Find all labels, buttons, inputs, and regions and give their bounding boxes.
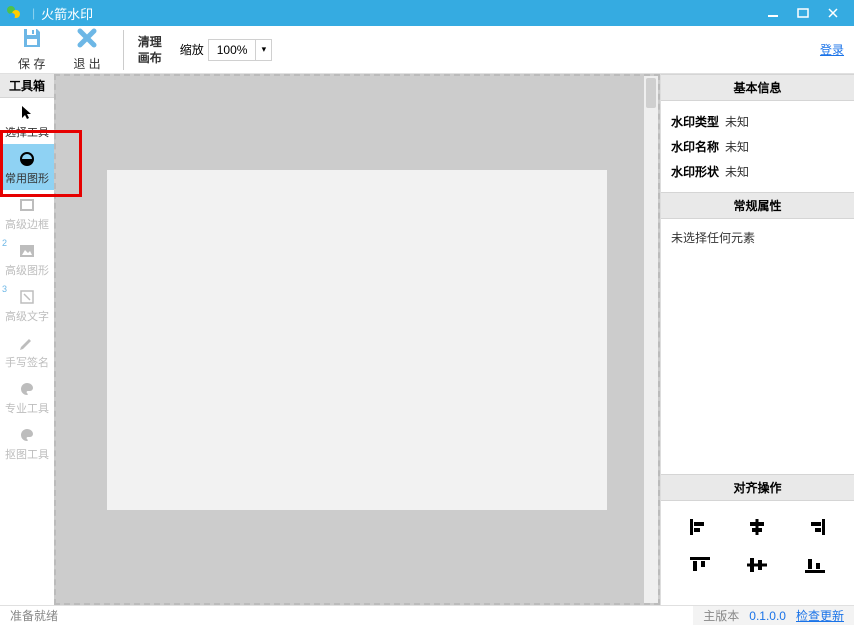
canvas[interactable] — [107, 170, 607, 510]
zoom-select[interactable]: 100% ▾ — [208, 39, 273, 61]
save-label: 保 存 — [18, 55, 45, 72]
vertical-scrollbar[interactable] — [644, 76, 658, 603]
tool-item-3[interactable]: 2 高级图形 — [0, 236, 54, 282]
align-center-h-button[interactable] — [747, 519, 767, 539]
zoom-label: 缩放 — [180, 41, 204, 58]
align-ops-header: 对齐操作 — [661, 474, 854, 501]
version-label: 主版本 — [703, 607, 739, 624]
general-props-body: 未选择任何元素 — [661, 219, 854, 474]
general-props-header: 常规属性 — [661, 192, 854, 219]
tool-item-0[interactable]: 选择工具 — [0, 98, 54, 144]
maximize-button[interactable] — [788, 0, 818, 26]
align-right-button[interactable] — [805, 519, 825, 539]
align-center-v-button[interactable] — [747, 557, 767, 577]
canvas-area — [54, 74, 660, 605]
toolbar-separator — [123, 30, 124, 70]
align-ops-section — [661, 501, 854, 605]
info-value: 未知 — [725, 113, 749, 130]
tool-label: 高级边框 — [5, 216, 49, 232]
tool-badge: 3 — [2, 284, 7, 294]
version-value: 0.1.0.0 — [749, 609, 786, 623]
titlebar: | 火箭水印 — [0, 0, 854, 26]
right-panel: 基本信息 水印类型未知水印名称未知水印形状未知 常规属性 未选择任何元素 对齐操… — [660, 74, 854, 605]
circle-icon — [18, 150, 36, 168]
zoom-value: 100% — [209, 43, 256, 57]
pen-icon — [18, 334, 36, 352]
titlebar-separator: | — [32, 6, 35, 20]
tool-item-2[interactable]: 高级边框 — [0, 190, 54, 236]
toolbox-header: 工具箱 — [0, 74, 54, 98]
main-area: 工具箱 选择工具常用图形高级边框 2 高级图形 3 高级文字手写签名专业工具抠图工具 基… — [0, 74, 854, 605]
tool-label: 选择工具 — [5, 124, 49, 140]
minimize-button[interactable] — [758, 0, 788, 26]
toolbox-sidebar: 工具箱 选择工具常用图形高级边框 2 高级图形 3 高级文字手写签名专业工具抠图工具 — [0, 74, 54, 605]
chevron-down-icon: ▾ — [255, 40, 271, 60]
tool-label: 抠图工具 — [5, 446, 49, 462]
check-update-link[interactable]: 检查更新 — [796, 607, 844, 624]
info-key: 水印名称 — [671, 138, 719, 155]
tool-item-6[interactable]: 专业工具 — [0, 374, 54, 420]
zoom-control: 缩放 100% ▾ — [180, 39, 273, 61]
save-button[interactable]: 保 存 — [10, 23, 53, 76]
status-text: 准备就绪 — [10, 607, 58, 624]
tool-item-5[interactable]: 手写签名 — [0, 328, 54, 374]
clear-canvas-button[interactable]: 清理 画布 — [138, 34, 162, 66]
info-row: 水印名称未知 — [671, 134, 844, 159]
text-icon — [18, 288, 36, 306]
exit-icon — [76, 27, 98, 55]
image-icon — [18, 242, 36, 260]
tool-badge: 2 — [2, 238, 7, 248]
info-key: 水印类型 — [671, 113, 719, 130]
tool-item-4[interactable]: 3 高级文字 — [0, 282, 54, 328]
tool-label: 高级图形 — [5, 262, 49, 278]
save-icon — [21, 27, 43, 55]
info-key: 水印形状 — [671, 163, 719, 180]
tool-label: 常用图形 — [5, 170, 49, 186]
palette-icon — [18, 380, 36, 398]
palette-icon — [18, 426, 36, 444]
tool-label: 手写签名 — [5, 354, 49, 370]
align-left-button[interactable] — [690, 519, 710, 539]
cursor-icon — [18, 104, 36, 122]
info-row: 水印类型未知 — [671, 109, 844, 134]
tool-label: 高级文字 — [5, 308, 49, 324]
basic-info-section: 水印类型未知水印名称未知水印形状未知 — [661, 101, 854, 192]
exit-label: 退 出 — [73, 55, 100, 72]
basic-info-header: 基本信息 — [661, 74, 854, 101]
info-value: 未知 — [725, 163, 749, 180]
info-row: 水印形状未知 — [671, 159, 844, 184]
app-icon — [6, 5, 22, 21]
exit-button[interactable]: 退 出 — [65, 23, 108, 76]
scrollbar-thumb[interactable] — [646, 78, 656, 108]
close-button[interactable] — [818, 0, 848, 26]
info-value: 未知 — [725, 138, 749, 155]
window-title: 火箭水印 — [41, 4, 93, 23]
tool-item-1[interactable]: 常用图形 — [0, 144, 54, 190]
align-top-button[interactable] — [690, 557, 710, 577]
align-bottom-button[interactable] — [805, 557, 825, 577]
status-bar: 准备就绪 主版本 0.1.0.0 检查更新 — [0, 605, 854, 625]
main-toolbar: 保 存 退 出 清理 画布 缩放 100% ▾ 登录 — [0, 26, 854, 74]
login-link[interactable]: 登录 — [820, 41, 844, 58]
tool-item-7[interactable]: 抠图工具 — [0, 420, 54, 466]
tool-label: 专业工具 — [5, 400, 49, 416]
rect-icon — [18, 196, 36, 214]
